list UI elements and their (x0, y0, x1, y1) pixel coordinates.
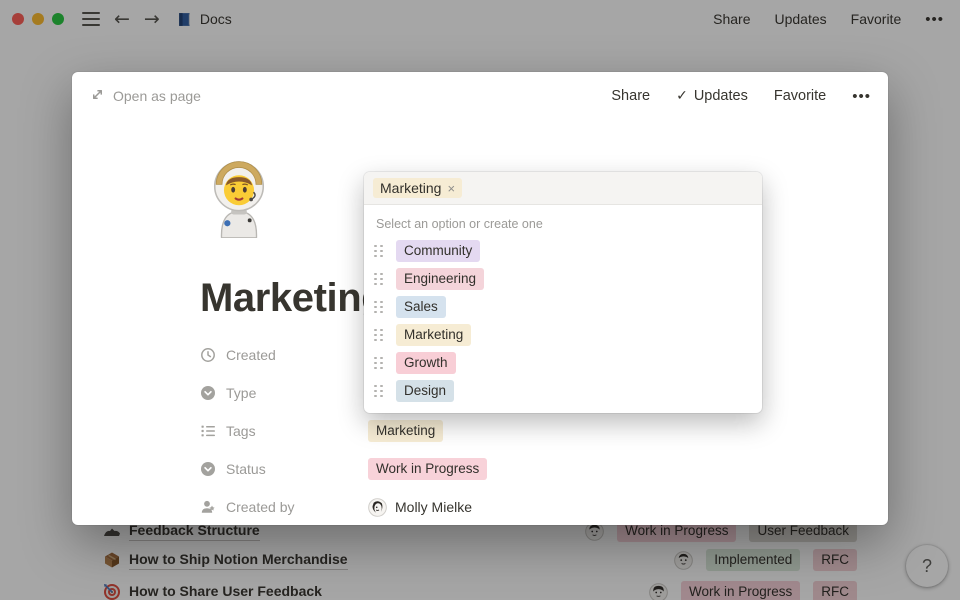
tag-option-sales[interactable]: Sales (364, 293, 762, 321)
page-title[interactable]: Marketing (200, 276, 385, 321)
app-window: ← → Docs Share Updates Favorite ••• Feed… (0, 0, 960, 600)
person-icon (200, 499, 216, 515)
property-created-by[interactable]: Created by (200, 499, 368, 515)
clock-icon (200, 347, 216, 363)
tag-chip[interactable]: Growth (396, 352, 456, 374)
property-tags-value[interactable]: Marketing (368, 420, 443, 442)
bulleted-list-icon (200, 423, 216, 439)
drag-handle-icon[interactable] (374, 273, 384, 286)
tag-option-marketing[interactable]: Marketing (364, 321, 762, 349)
property-created-by-value[interactable]: Molly Mielke (368, 498, 472, 517)
tags-value-chip[interactable]: Marketing (368, 420, 443, 442)
tag-chip[interactable]: Design (396, 380, 454, 402)
modal-header: Open as page Share ✓ Updates Favorite ••… (72, 72, 888, 120)
created-by-name: Molly Mielke (395, 499, 472, 515)
molly-mielke-avatar (368, 498, 387, 517)
property-status-value[interactable]: Work in Progress (368, 458, 487, 480)
open-as-page-button[interactable]: Open as page (90, 87, 201, 105)
property-row-created-by: Created by Molly Mielke (200, 488, 820, 526)
property-row-tags: Tags Marketing (200, 412, 820, 450)
tag-chip[interactable]: Sales (396, 296, 446, 318)
property-created[interactable]: Created (200, 347, 368, 363)
modal-updates-button[interactable]: ✓ Updates (676, 88, 748, 104)
property-row-status: Status Work in Progress (200, 450, 820, 488)
drag-handle-icon[interactable] (374, 245, 384, 258)
tag-option-engineering[interactable]: Engineering (364, 265, 762, 293)
tag-select-dropdown: Marketing × Select an option or create o… (364, 172, 762, 413)
open-as-page-label: Open as page (113, 88, 201, 104)
dropdown-hint: Select an option or create one (364, 205, 762, 233)
select-chevron-icon (200, 385, 216, 401)
woman-astronaut-emoji[interactable] (206, 158, 272, 238)
dropdown-options: Community Engineering Sales Marketing Gr… (364, 233, 762, 405)
drag-handle-icon[interactable] (374, 329, 384, 342)
status-value-chip[interactable]: Work in Progress (368, 458, 487, 480)
drag-handle-icon[interactable] (374, 301, 384, 314)
tag-option-growth[interactable]: Growth (364, 349, 762, 377)
remove-tag-icon[interactable]: × (447, 181, 455, 196)
tag-chip[interactable]: Marketing (396, 324, 471, 346)
selected-tag-chip[interactable]: Marketing × (373, 178, 462, 198)
check-icon: ✓ (676, 88, 688, 104)
drag-handle-icon[interactable] (374, 385, 384, 398)
expand-diagonal-icon (90, 87, 105, 105)
property-type[interactable]: Type (200, 385, 368, 401)
page-preview-modal: Open as page Share ✓ Updates Favorite ••… (72, 72, 888, 525)
property-tags[interactable]: Tags (200, 423, 368, 439)
property-status[interactable]: Status (200, 461, 368, 477)
tag-search-input[interactable]: Marketing × (364, 172, 762, 205)
tag-chip[interactable]: Community (396, 240, 480, 262)
selected-tag-label: Marketing (380, 180, 441, 196)
modal-share-button[interactable]: Share (611, 88, 650, 104)
tag-option-design[interactable]: Design (364, 377, 762, 405)
tag-option-community[interactable]: Community (364, 237, 762, 265)
modal-favorite-button[interactable]: Favorite (774, 88, 826, 104)
tag-chip[interactable]: Engineering (396, 268, 484, 290)
drag-handle-icon[interactable] (374, 357, 384, 370)
modal-more-button[interactable]: ••• (852, 88, 871, 105)
select-chevron-icon (200, 461, 216, 477)
